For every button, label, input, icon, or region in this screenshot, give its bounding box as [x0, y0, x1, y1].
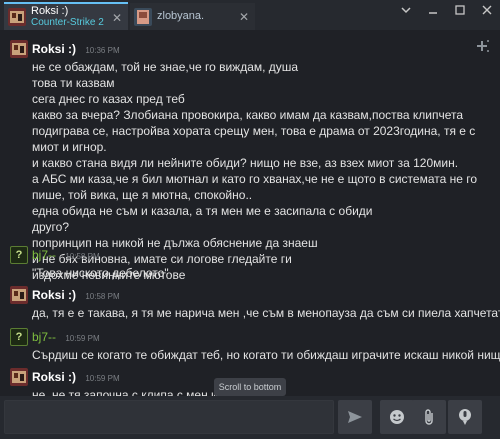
author-name[interactable]: Roksi :) [32, 370, 76, 384]
chevron-down-icon[interactable] [399, 4, 413, 18]
message-input[interactable] [4, 400, 334, 434]
tab-name: zlobyana. [157, 10, 205, 22]
message-text: не се обаждам, той не знае,че го виждам,… [32, 60, 299, 74]
avatar [10, 286, 28, 304]
tab-bar: Roksi :) Counter-Strike 2 ✕ zlobyana. ✕ [0, 0, 500, 30]
timestamp: 10:36 PM [85, 46, 120, 55]
scroll-to-bottom-button[interactable]: Scroll to bottom [214, 378, 286, 396]
message-text: а АБС ми каза,че я бил мютнал и като го … [32, 172, 478, 202]
message-text: "Това нискoто дебелото" [32, 266, 169, 280]
tab-name: Roksi :) [31, 5, 69, 17]
timestamp: 10:58 PM [65, 252, 100, 261]
message-group: Roksi :) 10:36 PM не се обаждам, той не … [10, 40, 480, 282]
message-text: да, тя е е такава, я тя ме нарича мен ,ч… [32, 306, 500, 320]
message-group: ? bj7-- 10:59 PM Сърдиш се когато те оби… [10, 328, 500, 364]
author-name[interactable]: Roksi :) [32, 288, 76, 302]
tab-status: Counter-Strike 2 [31, 17, 104, 28]
message-group: Roksi :) 10:58 PM да, тя е е такава, я т… [10, 286, 500, 322]
avatar: ? [10, 328, 28, 346]
close-icon[interactable]: ✕ [112, 11, 122, 25]
chat-history[interactable]: Roksi :) 10:36 PM не се обаждам, той не … [0, 30, 500, 396]
send-button[interactable] [338, 400, 372, 434]
maximize-icon[interactable] [453, 4, 467, 18]
timestamp: 10:59 PM [85, 374, 120, 383]
close-window-icon[interactable] [480, 4, 494, 18]
tab-roksi[interactable]: Roksi :) Counter-Strike 2 ✕ [4, 2, 128, 30]
message-text: и какво стана видя ли нейните обиди? нищ… [32, 156, 459, 170]
message-text: какво за вчера? Злобиана провокира, какв… [32, 108, 476, 154]
close-icon[interactable]: ✕ [239, 10, 249, 24]
avatar [8, 8, 26, 26]
minimize-icon[interactable] [426, 4, 440, 18]
voice-chat-button[interactable] [448, 400, 482, 434]
tab-zlobyana[interactable]: zlobyana. ✕ [130, 3, 255, 30]
timestamp: 10:59 PM [65, 334, 100, 343]
emoticon-button[interactable] [380, 400, 414, 434]
avatar [10, 368, 28, 386]
author-name[interactable]: bj7-- [32, 330, 56, 344]
input-bar [0, 396, 500, 439]
avatar: ? [10, 246, 28, 264]
message-text: друго? [32, 220, 70, 234]
attach-button[interactable] [412, 400, 446, 434]
message-text: Сърдиш се когато те обиждат теб, но кога… [32, 348, 500, 362]
avatar [134, 7, 152, 26]
author-name[interactable]: bj7-- [32, 248, 56, 262]
timestamp: 10:58 PM [85, 292, 120, 301]
avatar [10, 40, 28, 58]
message-group: ? bj7-- 10:58 PM "Това нискoто дебелото" [10, 246, 480, 282]
author-name[interactable]: Roksi :) [32, 42, 76, 56]
message-text: една обида не съм и казала, а тя мен ме … [32, 204, 373, 218]
message-text: сега днес го казах пред теб [32, 92, 185, 106]
message-text: това ти казвам [32, 76, 115, 90]
